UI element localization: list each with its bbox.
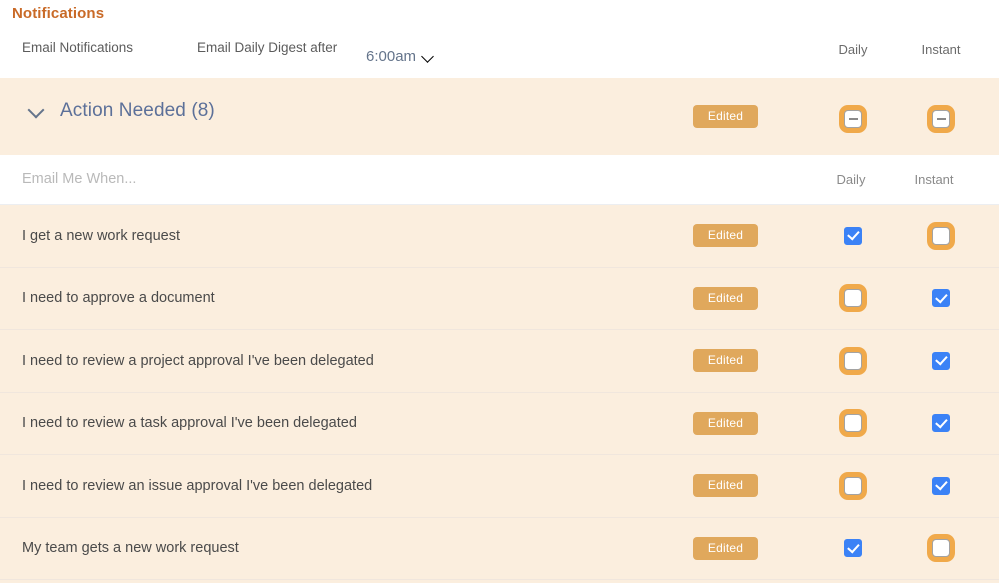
table-row: My team gets a new work request Edited [0, 518, 999, 580]
status-badge-edited[interactable]: Edited [693, 105, 758, 128]
subheader-daily: Daily [836, 172, 866, 187]
row-checkbox-instant[interactable] [918, 525, 964, 571]
row-checkbox-daily[interactable] [830, 525, 876, 571]
checkbox-checked-icon [932, 414, 950, 433]
row-label: I need to review a project approval I've… [22, 352, 374, 369]
row-label: I get a new work request [22, 227, 180, 244]
group-collapse-toggle[interactable]: Action Needed (8) [30, 100, 215, 122]
checkbox-checked-icon [932, 289, 950, 308]
column-header-instant: Instant [921, 42, 961, 57]
status-badge-edited[interactable]: Edited [693, 536, 758, 560]
settings-strip: Email Notifications Email Daily Digest a… [0, 32, 999, 78]
email-me-when-label: Email Me When... [22, 171, 137, 187]
group-checkbox-daily[interactable] [830, 96, 876, 142]
status-badge-edited[interactable]: Edited [693, 411, 758, 435]
notification-rows: I get a new work request Edited I need to … [0, 205, 999, 583]
row-checkbox-instant[interactable] [918, 275, 964, 321]
table-subheader: Email Me When... Daily Instant [0, 155, 999, 205]
chevron-down-icon [423, 51, 434, 62]
column-header-daily: Daily [838, 42, 868, 57]
checkbox-unchecked-icon [844, 351, 862, 370]
row-checkbox-daily[interactable] [830, 213, 876, 259]
row-checkbox-daily[interactable] [830, 275, 876, 321]
chevron-down-icon [30, 104, 44, 118]
table-row: I need to review a project approval I've… [0, 330, 999, 393]
status-badge-edited[interactable]: Edited [693, 349, 758, 373]
row-checkbox-instant[interactable] [918, 213, 964, 259]
page-title: Notifications [12, 5, 105, 22]
checkbox-unchecked-icon [844, 414, 862, 433]
row-checkbox-daily[interactable] [830, 463, 876, 509]
subheader-instant: Instant [914, 172, 954, 187]
group-header-action-needed: Action Needed (8) Edited [0, 78, 999, 155]
row-label: I need to approve a document [22, 290, 215, 307]
row-checkbox-instant[interactable] [918, 400, 964, 446]
status-badge-edited[interactable]: Edited [693, 474, 758, 498]
row-label: My team gets a new work request [22, 540, 239, 557]
table-row: I need to review an issue approval I've … [0, 455, 999, 518]
checkbox-unchecked-icon [844, 289, 862, 308]
email-notifications-label: Email Notifications [22, 40, 134, 55]
checkbox-unchecked-icon [844, 476, 862, 495]
status-badge-edited[interactable]: Edited [693, 224, 758, 248]
email-daily-digest-label: Email Daily Digest after [197, 40, 338, 55]
row-label: I need to review an issue approval I've … [22, 477, 373, 494]
status-badge-edited[interactable]: Edited [693, 286, 758, 310]
group-title: Action Needed (8) [60, 100, 215, 121]
row-checkbox-instant[interactable] [918, 463, 964, 509]
digest-time-select[interactable]: 6:00am [366, 48, 434, 65]
checkbox-indeterminate-icon [844, 110, 862, 128]
checkbox-checked-icon [932, 351, 950, 370]
checkbox-unchecked-icon [932, 226, 950, 245]
row-checkbox-instant[interactable] [918, 338, 964, 384]
checkbox-checked-icon [844, 539, 862, 558]
table-row: I need to approve a document Edited [0, 268, 999, 330]
table-row: I get a new work request Edited [0, 205, 999, 268]
row-label: I need to review a task approval I've be… [22, 415, 357, 432]
checkbox-checked-icon [844, 226, 862, 245]
digest-time-value: 6:00am [366, 48, 417, 65]
checkbox-unchecked-icon [932, 539, 950, 558]
group-checkbox-instant[interactable] [918, 96, 964, 142]
notifications-settings-page: Notifications Email Notifications Email … [0, 0, 999, 583]
checkbox-indeterminate-icon [932, 110, 950, 128]
row-checkbox-daily[interactable] [830, 338, 876, 384]
row-checkbox-daily[interactable] [830, 400, 876, 446]
table-row: I need to review a task approval I've be… [0, 393, 999, 455]
checkbox-checked-icon [932, 476, 950, 495]
